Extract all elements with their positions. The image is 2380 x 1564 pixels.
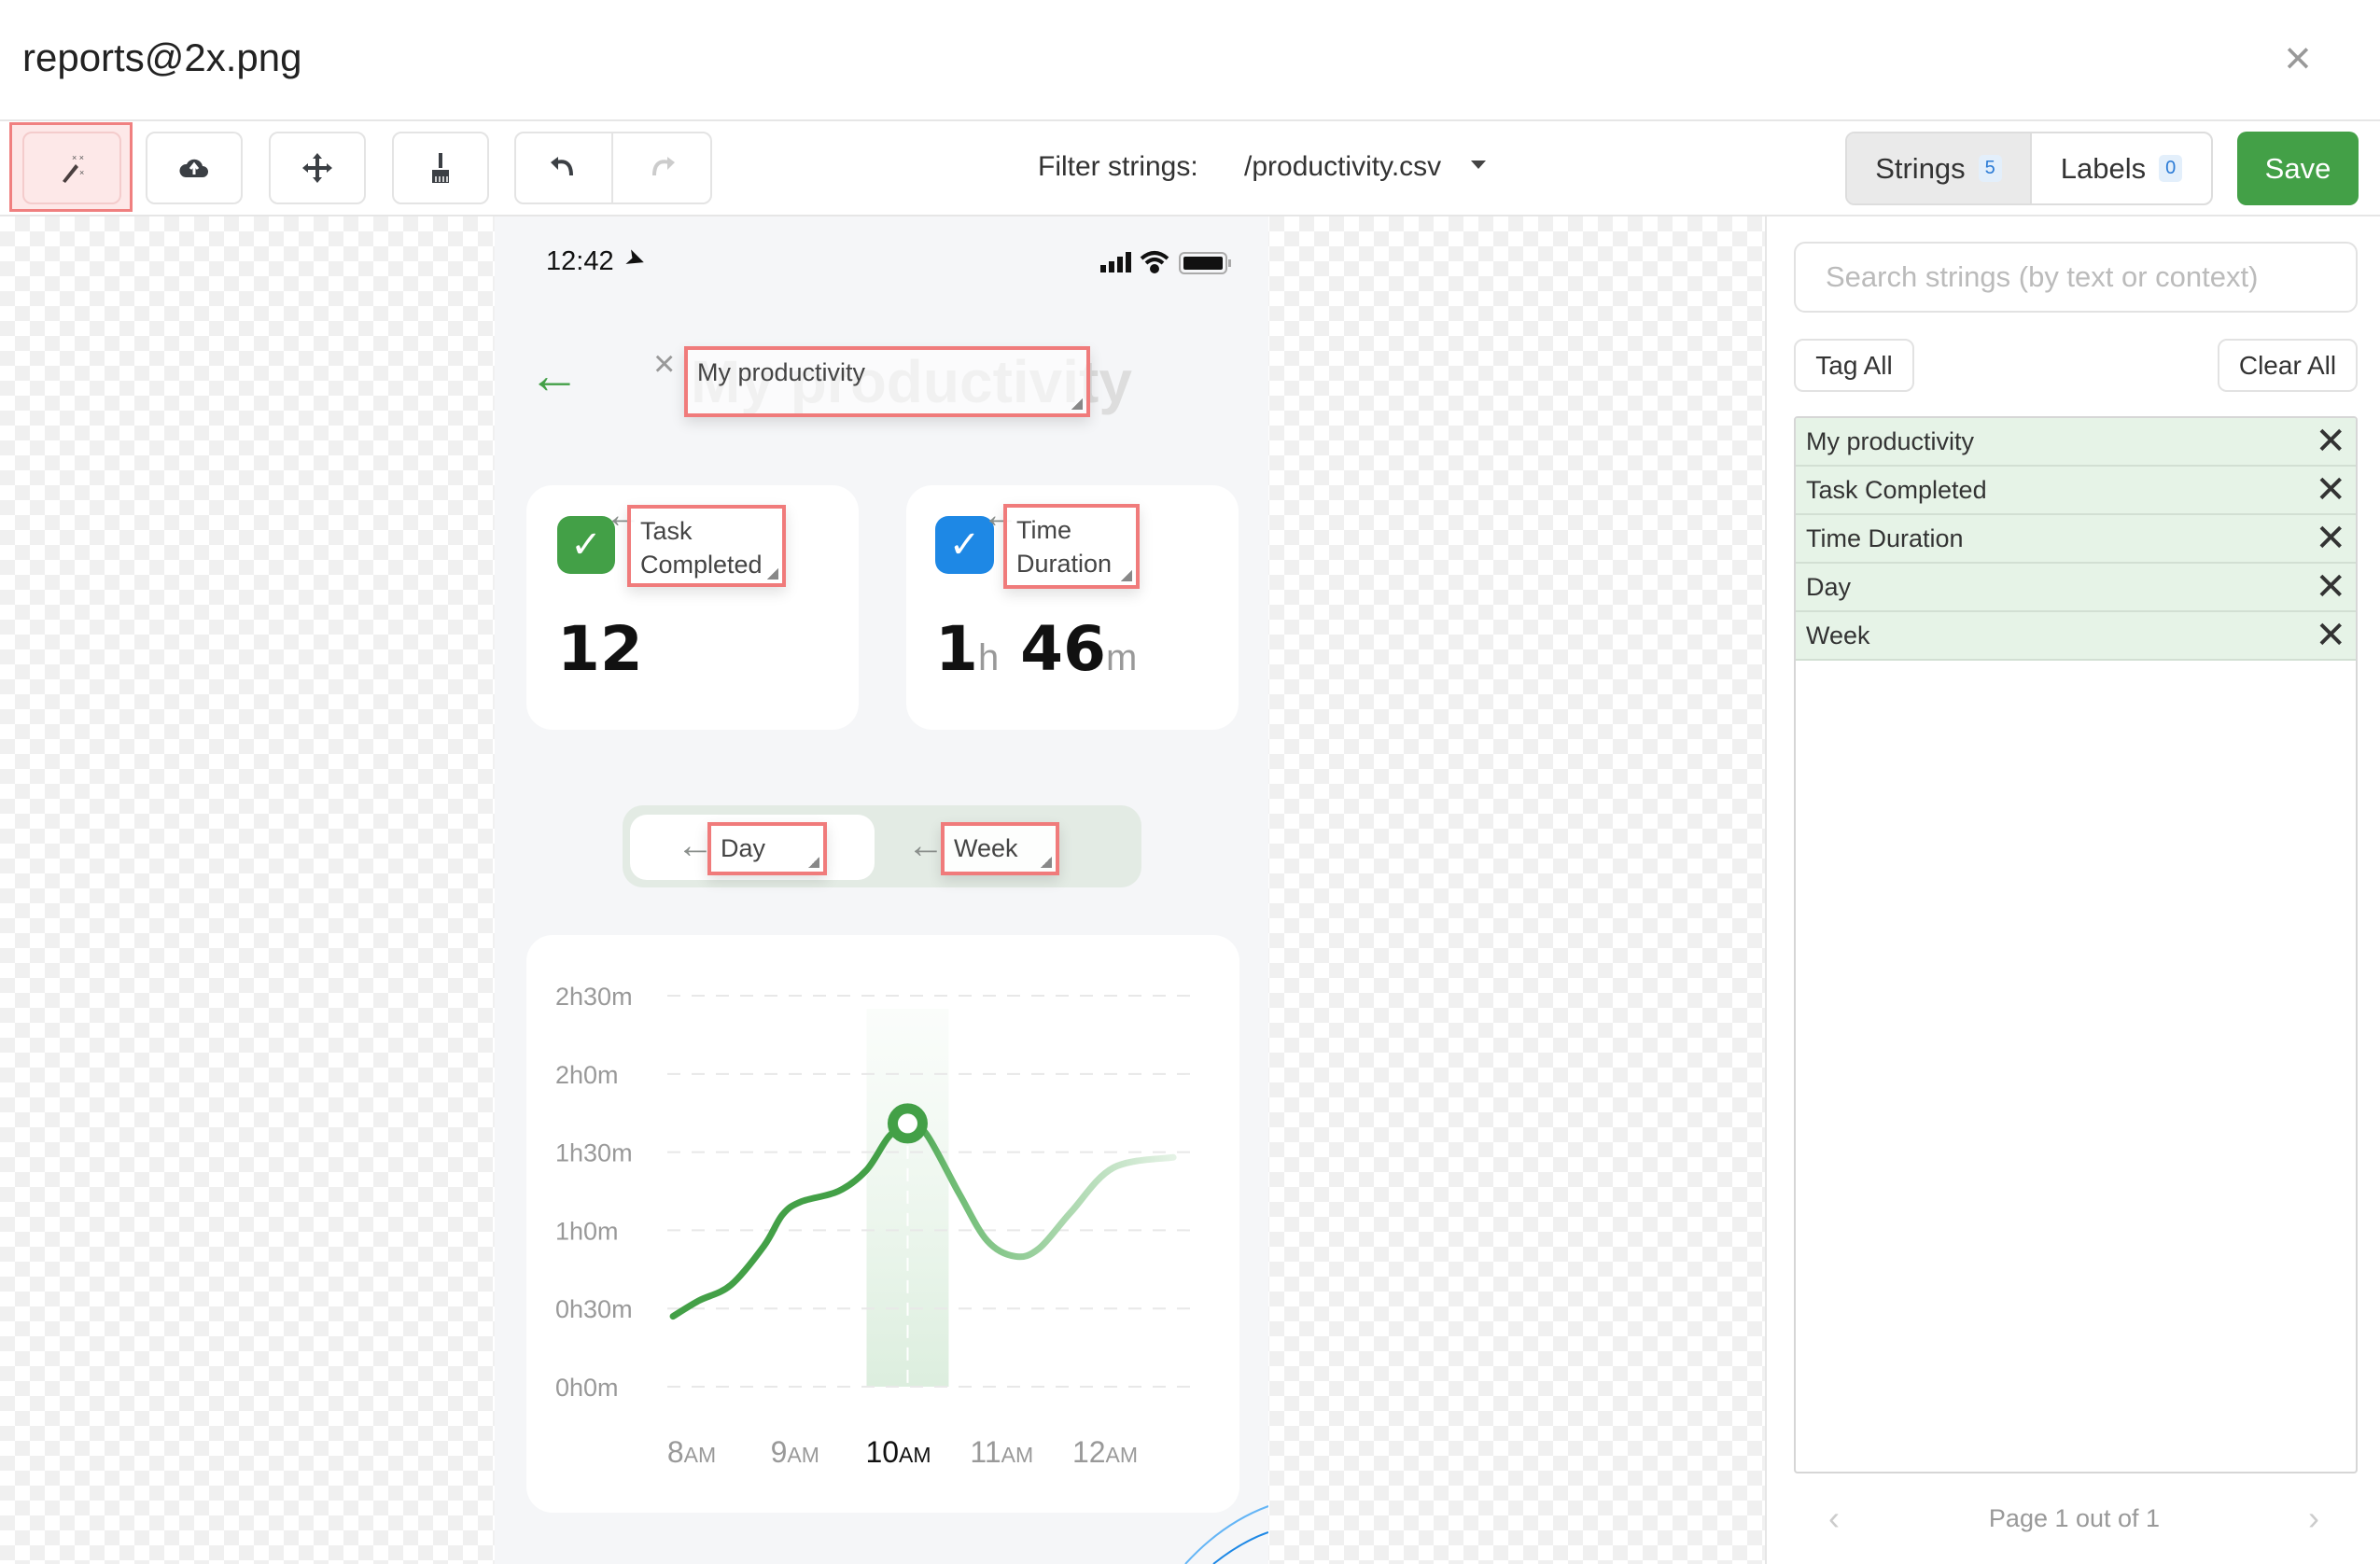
list-item[interactable]: My productivity ✕ [1796, 418, 2356, 467]
upload-button[interactable] [146, 132, 243, 204]
x-tick-label: 12AM [1072, 1435, 1138, 1469]
string-text: Task Completed [1806, 475, 1987, 504]
filter-strings-dropdown[interactable]: /productivity.csv [1244, 151, 1441, 183]
count-badge: 5 [1978, 155, 2002, 182]
close-icon[interactable]: × [2277, 35, 2318, 81]
productivity-chart: 0h0m0h30m1h0m1h30m2h0m2h30m8AM 9AM 10AM 11A… [555, 983, 1199, 1469]
x-tick-hour: 9 [771, 1435, 788, 1469]
decorative-arcs [1184, 1505, 1268, 1564]
view-tabs: Strings 5 Labels 0 [1845, 132, 2213, 205]
strings-list: My productivity ✕ Task Completed ✕ Time Du… [1794, 416, 2358, 1473]
y-tick-label: 2h0m [555, 1061, 619, 1089]
count-badge: 0 [2159, 155, 2183, 182]
move-arrows-icon [302, 153, 332, 183]
header-divider [0, 119, 2380, 121]
remove-icon[interactable]: ✕ [2315, 568, 2346, 606]
x-tick-suffix: AM [1106, 1443, 1139, 1467]
remove-icon[interactable]: ✕ [2315, 423, 2346, 460]
tab-label: Strings [1875, 151, 1966, 185]
x-tick-suffix: AM [1001, 1443, 1034, 1467]
pagination: ‹ Page 1 out of 1 › [1767, 1499, 2380, 1542]
list-item[interactable]: Week ✕ [1796, 612, 2356, 661]
y-tick-label: 0h0m [555, 1374, 619, 1402]
list-item[interactable]: Time Duration ✕ [1796, 515, 2356, 564]
save-button[interactable]: Save [2237, 132, 2359, 205]
string-text: My productivity [1806, 426, 1975, 455]
y-tick-label: 2h30m [555, 983, 633, 1011]
move-button[interactable] [269, 132, 366, 204]
svg-text:× ×: × × [72, 153, 84, 162]
x-tick-suffix: AM [787, 1443, 819, 1467]
redo-button[interactable] [613, 133, 710, 202]
window-title: reports@2x.png [22, 35, 302, 79]
svg-text:×: × [79, 168, 84, 177]
selected-point-marker [887, 1103, 928, 1144]
tab-strings[interactable]: Strings 5 [1847, 133, 2032, 203]
x-tick-hour: 11 [970, 1435, 1001, 1469]
x-tick-label: 10AM [865, 1435, 931, 1469]
string-text: Time Duration [1806, 524, 1964, 552]
x-tick-suffix: AM [684, 1443, 717, 1467]
clear-all-button[interactable]: Clear All [2218, 339, 2358, 392]
x-tick-label: 11AM [970, 1435, 1033, 1469]
x-tick-label: 8AM [667, 1435, 716, 1469]
cloud-upload-icon [179, 159, 208, 177]
broom-icon [432, 153, 449, 183]
tab-label: Labels [2060, 151, 2147, 185]
magic-wand-button[interactable]: × × × [22, 132, 121, 204]
search-input[interactable]: Search strings (by text or context) [1794, 242, 2358, 313]
y-tick-label: 0h30m [555, 1295, 633, 1323]
remove-icon[interactable]: ✕ [2315, 471, 2346, 509]
strings-panel: Search strings (by text or context) Tag … [1765, 216, 2380, 1564]
undo-button[interactable] [516, 133, 614, 202]
search-placeholder: Search strings (by text or context) [1826, 260, 2259, 293]
page-indicator: Page 1 out of 1 [1988, 1504, 2161, 1532]
magic-wand-icon: × × × [63, 153, 84, 183]
list-item[interactable]: Day ✕ [1796, 564, 2356, 612]
remove-icon[interactable]: ✕ [2315, 617, 2346, 654]
filter-strings-label: Filter strings: [1038, 151, 1198, 182]
x-tick-hour: 10 [865, 1435, 899, 1469]
phone-screenshot: 12:42 ➤ ← My productivity × My productiv… [495, 216, 1268, 1564]
x-tick-label: 9AM [771, 1435, 819, 1469]
y-tick-label: 1h0m [555, 1217, 619, 1245]
x-tick-hour: 12 [1072, 1435, 1106, 1469]
string-text: Day [1806, 572, 1852, 601]
x-tick-suffix: AM [899, 1443, 931, 1467]
chevron-down-icon[interactable] [1471, 161, 1486, 169]
chevron-right-icon[interactable]: › [2308, 1499, 2319, 1538]
list-item[interactable]: Task Completed ✕ [1796, 467, 2356, 515]
x-tick-hour: 8 [667, 1435, 684, 1469]
history-group [514, 132, 712, 204]
clear-button[interactable] [392, 132, 489, 204]
redo-icon [652, 157, 675, 176]
tag-all-button[interactable]: Tag All [1794, 339, 1914, 392]
tab-labels[interactable]: Labels 0 [2032, 133, 2211, 203]
remove-icon[interactable]: ✕ [2315, 520, 2346, 557]
undo-icon [551, 157, 573, 176]
string-text: Week [1806, 621, 1870, 649]
y-tick-label: 1h30m [555, 1139, 633, 1167]
